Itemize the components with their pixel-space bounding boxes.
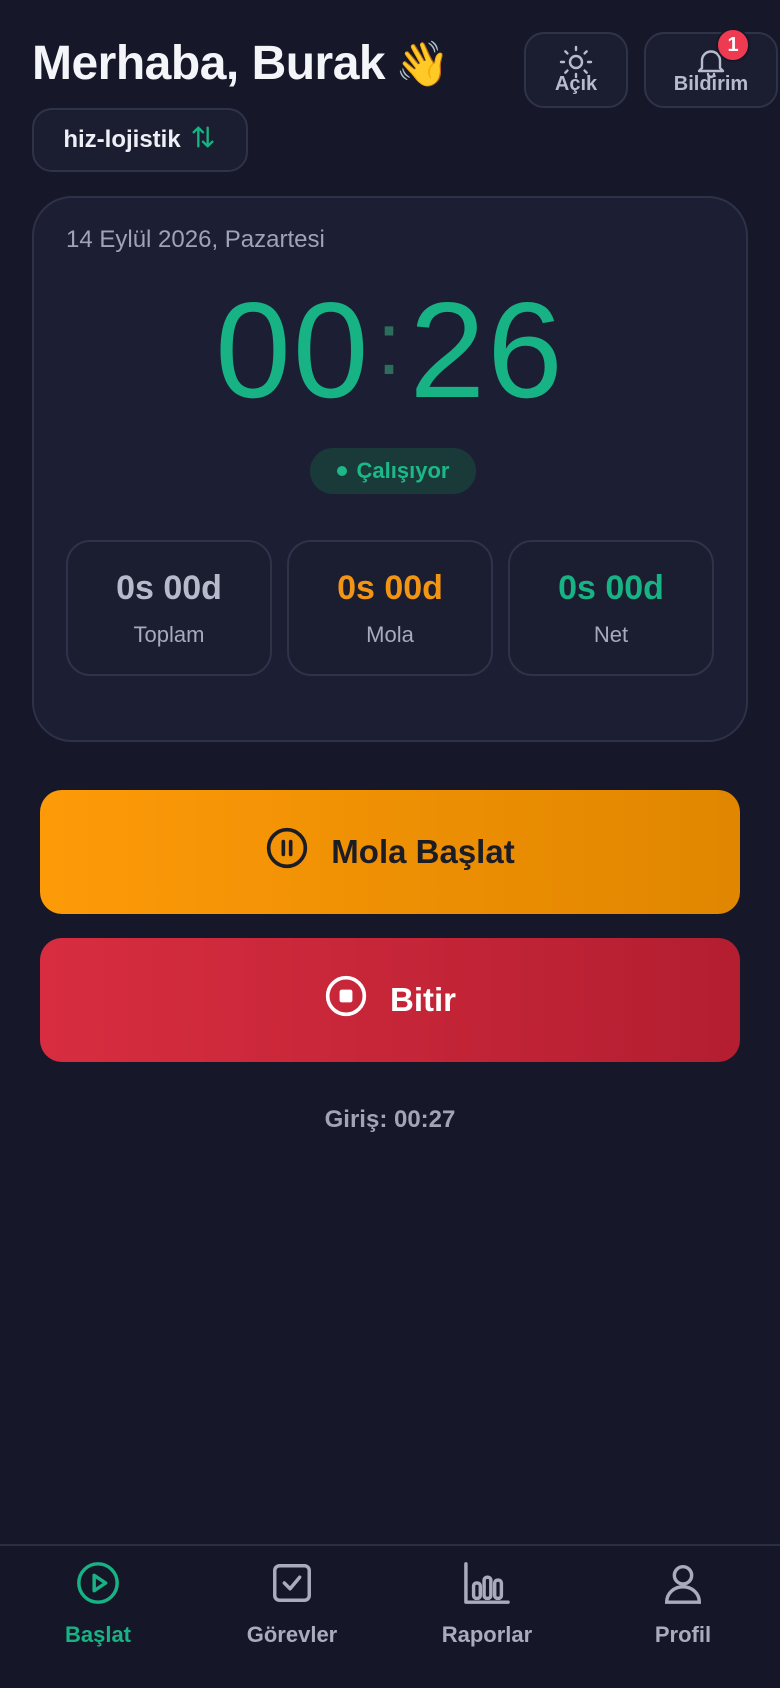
stat-break-label: Mola xyxy=(366,621,414,647)
stat-total-value: 0s 00d xyxy=(116,568,222,607)
stat-net-value: 0s 00d xyxy=(558,568,664,607)
checkbox-icon xyxy=(269,1560,315,1612)
nav-item-start[interactable]: Başlat xyxy=(18,1560,178,1670)
stop-icon xyxy=(324,974,368,1026)
elapsed-timer: 00 : 26 xyxy=(34,272,746,428)
wave-emoji-icon: 👋 xyxy=(395,39,450,89)
nav-item-profile[interactable]: Profil xyxy=(603,1560,763,1670)
start-break-label: Mola Başlat xyxy=(331,833,515,870)
bottom-nav: Başlat Görevler Raporlar Profil xyxy=(0,1544,780,1688)
stat-net-label: Net xyxy=(593,621,629,647)
finish-button[interactable]: Bitir xyxy=(40,938,740,1062)
app-screen: Merhaba, Burak 👋 Açık Bildirim 1 hiz-loj… xyxy=(0,0,780,1688)
checkin-time: Giriş: 00:27 xyxy=(324,1106,456,1133)
stat-break: 0s 00d Mola xyxy=(287,540,493,676)
notification-count-badge: 1 xyxy=(716,28,750,62)
timer-card: 14 Eylül 2026, Pazartesi 00 : 26 Çalışıy… xyxy=(32,196,748,742)
stat-break-value: 0s 00d xyxy=(337,568,443,607)
greeting-title: Merhaba, Burak 👋 xyxy=(32,36,450,91)
timer-separator: : xyxy=(376,293,404,394)
swap-arrows-icon xyxy=(189,123,217,158)
status-text: Çalışıyor xyxy=(356,458,450,483)
timer-hours: 00 xyxy=(215,274,371,426)
nav-item-profile-label: Profil xyxy=(654,1622,712,1647)
finish-label: Bitir xyxy=(390,981,456,1018)
pause-icon xyxy=(265,826,309,878)
nav-item-reports-label: Raporlar xyxy=(441,1622,533,1647)
greeting-text: Merhaba, Burak xyxy=(32,37,386,90)
current-date: 14 Eylül 2026, Pazartesi xyxy=(66,226,325,253)
nav-item-tasks[interactable]: Görevler xyxy=(212,1560,372,1670)
theme-toggle-button[interactable]: Açık xyxy=(524,32,628,108)
user-icon xyxy=(660,1560,706,1612)
stat-total-label: Toplam xyxy=(133,621,205,647)
status-badge: Çalışıyor xyxy=(310,448,476,494)
stat-total: 0s 00d Toplam xyxy=(66,540,272,676)
status-dot-icon xyxy=(336,466,347,476)
play-circle-icon xyxy=(75,1560,121,1612)
timer-minutes: 26 xyxy=(409,274,565,426)
bar-chart-icon xyxy=(462,1560,512,1612)
workspace-switcher[interactable]: hiz-lojistik xyxy=(32,108,248,172)
nav-item-tasks-label: Görevler xyxy=(246,1622,338,1647)
nav-item-start-label: Başlat xyxy=(64,1622,132,1647)
workspace-name: hiz-lojistik xyxy=(63,126,181,153)
notifications-button[interactable]: Bildirim 1 xyxy=(644,28,778,108)
sun-icon xyxy=(558,44,594,86)
nav-item-reports[interactable]: Raporlar xyxy=(407,1560,567,1670)
stat-net: 0s 00d Net xyxy=(508,540,714,676)
start-break-button[interactable]: Mola Başlat xyxy=(40,790,740,914)
